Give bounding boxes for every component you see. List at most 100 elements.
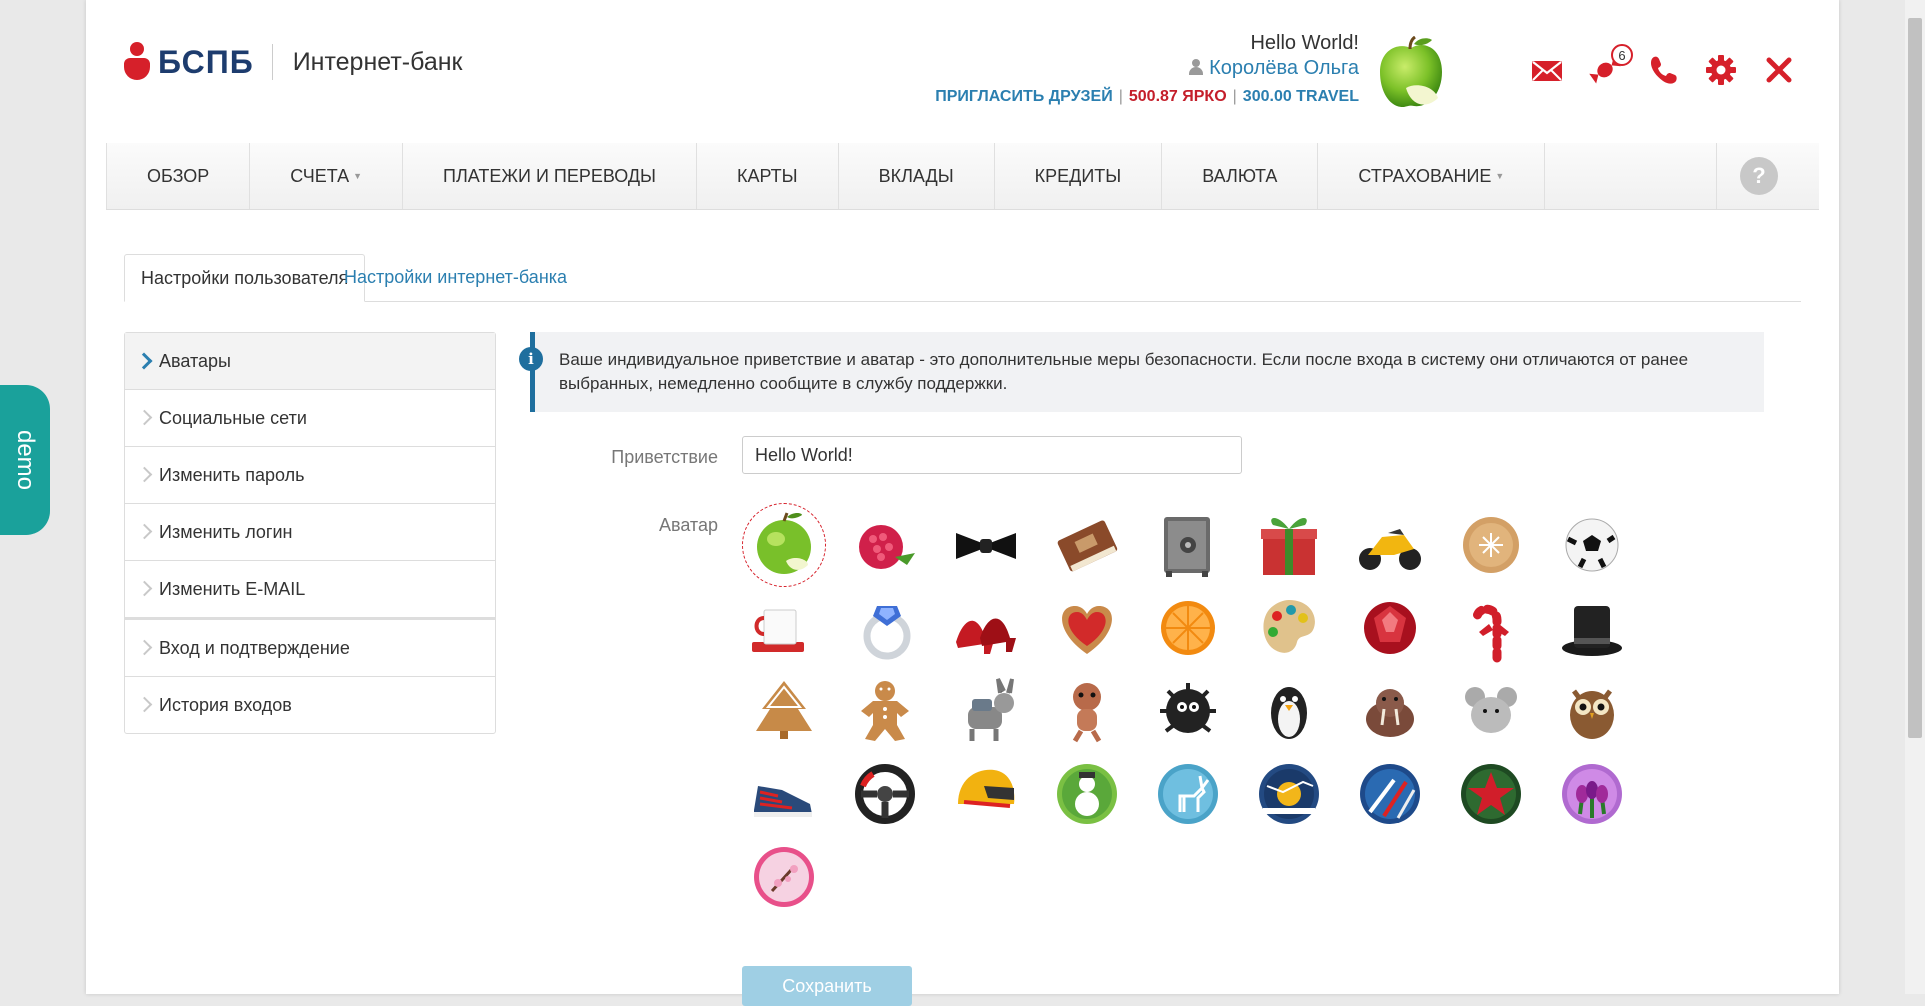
help-button[interactable]: ? (1716, 143, 1801, 209)
settings-sidebar: Аватары Социальные сети Изменить пароль … (124, 332, 496, 734)
user-name-link[interactable]: Королёва Ольга (935, 57, 1359, 80)
yarko-balance[interactable]: 500.87 ЯРКО (1129, 88, 1227, 105)
logo-mark-icon (124, 42, 150, 82)
avatar-option-soccer-ball-icon[interactable] (1550, 503, 1634, 587)
avatar-option-red-star-icon[interactable] (1449, 752, 1533, 836)
avatar-option-top-hat-icon[interactable] (1550, 586, 1634, 670)
greeting-input[interactable] (742, 436, 1242, 474)
scrollbar-thumb[interactable] (1908, 18, 1922, 738)
user-icon (1189, 59, 1204, 75)
brand-subtitle: Интернет-банк (292, 47, 463, 76)
nav-item-deposits[interactable]: ВКЛАДЫ (839, 143, 995, 209)
avatar-option-hedgehog-icon[interactable] (1146, 669, 1230, 753)
avatar-option-mug-icon[interactable] (742, 586, 826, 670)
avatar-option-palette-icon[interactable] (1247, 586, 1331, 670)
avatar-option-donkey-icon[interactable] (944, 669, 1028, 753)
avatar-option-heart-cookie-icon[interactable] (1045, 586, 1129, 670)
chevron-right-icon (136, 696, 153, 713)
sidebar-item-login[interactable]: Изменить логин (125, 504, 495, 561)
chevron-right-icon (136, 580, 153, 597)
sidebar-item-password[interactable]: Изменить пароль (125, 447, 495, 504)
avatar-option-motorcycle-icon[interactable] (1348, 503, 1432, 587)
settings-tabs: Настройки пользователя Настройки интерне… (124, 254, 1801, 302)
avatar-option-mouse-icon[interactable] (1449, 669, 1533, 753)
avatar-option-tree-cookie-icon[interactable] (742, 669, 826, 753)
avatar-option-squirrel-icon[interactable] (1045, 669, 1129, 753)
nav-item-payments[interactable]: ПЛАТЕЖИ И ПЕРЕВОДЫ (403, 143, 697, 209)
avatar-option-santa-sleigh-icon[interactable] (1247, 752, 1331, 836)
brand-name: БСПБ (158, 43, 254, 80)
chevron-right-icon (135, 352, 153, 370)
avatar-option-raspberry-icon[interactable] (843, 503, 927, 587)
chevron-right-icon (136, 466, 153, 483)
avatar-option-orange-icon[interactable] (1146, 586, 1230, 670)
avatar-option-helmet-icon[interactable] (944, 752, 1028, 836)
save-button[interactable]: Сохранить (742, 966, 912, 1006)
chevron-down-icon: ▼ (353, 171, 363, 181)
separator: | (1118, 88, 1123, 105)
close-icon[interactable] (1763, 54, 1795, 86)
sidebar-item-avatars[interactable]: Аватары (125, 333, 495, 390)
sidebar-item-confirmation[interactable]: Вход и подтверждение (125, 618, 495, 677)
separator: | (1232, 88, 1237, 105)
nav-item-credits[interactable]: КРЕДИТЫ (995, 143, 1163, 209)
mail-icon[interactable] (1531, 54, 1563, 86)
phone-icon[interactable] (1647, 54, 1679, 86)
avatar-option-apple-icon[interactable] (742, 503, 826, 587)
sidebar-item-social[interactable]: Социальные сети (125, 390, 495, 447)
avatar-option-ruby-icon[interactable] (1348, 586, 1432, 670)
user-links: ПРИГЛАСИТЬ ДРУЗЕЙ | 500.87 ЯРКО | 300.00 TRA… (935, 88, 1359, 106)
main-nav: ОБЗОР СЧЕТА ▼ ПЛАТЕЖИ И ПЕРЕВОДЫ КАРТЫ ВК… (106, 143, 1819, 210)
chevron-right-icon (136, 409, 153, 426)
greeting-label: Приветствие (611, 447, 718, 467)
travel-balance[interactable]: 300.00 TRAVEL (1243, 88, 1359, 105)
avatar-option-high-heels-icon[interactable] (944, 586, 1028, 670)
avatar-option-walrus-icon[interactable] (1348, 669, 1432, 753)
avatar-option-gingerbread-man-icon[interactable] (843, 669, 927, 753)
avatar-option-penguin-icon[interactable] (1247, 669, 1331, 753)
avatar-option-snowman-icon[interactable] (1045, 752, 1129, 836)
candy-badge: 6 (1611, 44, 1633, 66)
sidebar-item-login-history[interactable]: История входов (125, 677, 495, 733)
tab-bank-settings[interactable]: Настройки интернет-банка (328, 254, 583, 301)
page: БСПБ Интернет-банк Hello World! Королёва… (86, 0, 1839, 1006)
avatar-option-gift-icon[interactable] (1247, 503, 1331, 587)
candy-icon[interactable]: 6 (1589, 44, 1633, 86)
avatar-option-safe-icon[interactable] (1146, 503, 1230, 587)
nav-item-insurance[interactable]: СТРАХОВАНИЕ ▼ (1318, 143, 1546, 209)
info-box: i Ваше индивидуальное приветствие и ават… (519, 332, 1764, 412)
nav-item-cards[interactable]: КАРТЫ (697, 143, 839, 209)
brand-logo[interactable]: БСПБ Интернет-банк (124, 42, 463, 82)
sidebar-item-email[interactable]: Изменить E-MAIL (125, 561, 495, 618)
invite-friends-link[interactable]: ПРИГЛАСИТЬ ДРУЗЕЙ (935, 88, 1113, 105)
avatar-option-steering-wheel-icon[interactable] (843, 752, 927, 836)
avatar-option-bow-tie-icon[interactable] (944, 503, 1028, 587)
demo-tab[interactable]: demo (0, 385, 50, 535)
avatar-grid (742, 503, 1662, 918)
avatar-option-sneaker-icon[interactable] (742, 752, 826, 836)
info-icon: i (519, 347, 543, 371)
current-avatar-apple-icon (1376, 35, 1446, 112)
avatar-label: Аватар (658, 515, 718, 535)
chevron-right-icon (136, 639, 153, 656)
gear-icon[interactable] (1705, 54, 1737, 86)
avatar-option-tulips-icon[interactable] (1550, 752, 1634, 836)
user-name-text: Королёва Ольга (1209, 57, 1359, 79)
avatar-option-deer-icon[interactable] (1146, 752, 1230, 836)
scrollbar[interactable] (1905, 0, 1925, 994)
nav-item-currency[interactable]: ВАЛЮТА (1162, 143, 1319, 209)
avatar-option-sakura-icon[interactable] (742, 835, 826, 919)
info-text: Ваше индивидуальное приветствие и аватар… (559, 350, 1689, 393)
avatar-option-owl-icon[interactable] (1550, 669, 1634, 753)
avatar-option-cookie-icon[interactable] (1449, 503, 1533, 587)
chevron-down-icon: ▼ (1495, 171, 1505, 181)
avatar-option-ring-icon[interactable] (843, 586, 927, 670)
logo-divider (271, 44, 273, 80)
nav-item-overview[interactable]: ОБЗОР (106, 143, 251, 209)
nav-item-accounts[interactable]: СЧЕТА ▼ (250, 143, 404, 209)
avatar-option-airplanes-icon[interactable] (1348, 752, 1432, 836)
avatar-option-book-icon[interactable] (1045, 503, 1129, 587)
chevron-right-icon (136, 523, 153, 540)
avatar-option-candy-cane-icon[interactable] (1449, 586, 1533, 670)
help-icon: ? (1740, 157, 1778, 195)
